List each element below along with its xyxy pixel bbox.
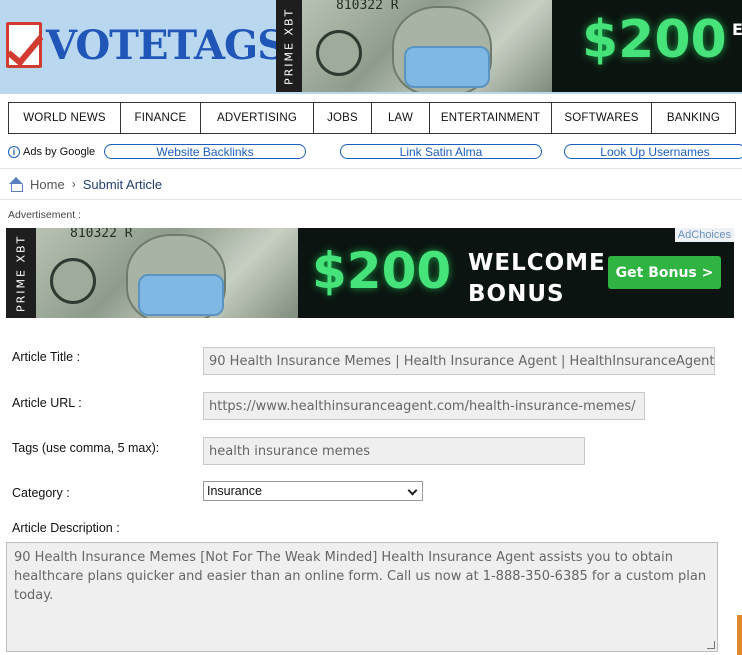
home-icon[interactable] xyxy=(8,177,24,192)
nav-item-advertising[interactable]: ADVERTISING xyxy=(201,103,314,133)
article-url-input[interactable]: https://www.healthinsuranceagent.com/hea… xyxy=(203,392,645,420)
ad-link-satin-alma[interactable]: Link Satin Alma xyxy=(340,144,542,159)
category-selected-value: Insurance xyxy=(207,484,262,498)
nav-item-law[interactable]: LAW xyxy=(372,103,430,133)
face-mask-image xyxy=(138,274,224,316)
chevron-down-icon xyxy=(407,485,418,496)
info-icon[interactable]: i xyxy=(8,146,20,158)
nav-item-softwares[interactable]: SOFTWARES xyxy=(552,103,652,133)
nav-item-finance[interactable]: FINANCE xyxy=(121,103,201,133)
ad-edge-text: E xyxy=(732,20,742,39)
dollar-bill-image: 810322 R xyxy=(302,0,552,92)
face-mask-image xyxy=(404,46,490,88)
ad-link-look-up-usernames[interactable]: Look Up Usernames xyxy=(564,144,742,159)
article-title-input[interactable]: 90 Health Insurance Memes | Health Insur… xyxy=(203,347,715,375)
breadcrumb-current: Submit Article xyxy=(82,176,163,192)
breadcrumb-separator: › xyxy=(71,177,76,191)
get-bonus-button[interactable]: Get Bonus > xyxy=(608,256,721,289)
treasury-seal-icon xyxy=(316,30,362,76)
ad-amount: $200 xyxy=(312,242,452,300)
dollar-bill-image: 810322 R xyxy=(36,228,298,318)
resize-handle-icon[interactable] xyxy=(707,641,715,649)
page-scrollbar[interactable] xyxy=(737,615,742,655)
article-url-label: Article URL : xyxy=(12,396,82,410)
banner-ad[interactable]: PRIME XBT 810322 R $200 WELCOME BONUS Ge… xyxy=(6,228,734,318)
site-header: VOTETAGS PRIME XBT 810322 R $200 E xyxy=(0,0,742,94)
ad-brand-label: PRIME XBT xyxy=(276,0,302,92)
adchoices-link[interactable]: AdChoices xyxy=(674,228,734,242)
category-label: Category : xyxy=(12,486,70,500)
nav-item-jobs[interactable]: JOBS xyxy=(314,103,372,133)
top-banner-ad[interactable]: PRIME XBT 810322 R $200 E xyxy=(276,0,742,92)
nav-item-entertainment[interactable]: ENTERTAINMENT xyxy=(430,103,552,133)
tags-label: Tags (use comma, 5 max): xyxy=(12,441,160,455)
nav-item-banking[interactable]: BANKING xyxy=(652,103,736,133)
site-logo[interactable]: VOTETAGS xyxy=(6,18,286,72)
logo-text: VOTETAGS xyxy=(46,21,286,69)
checkmark-icon xyxy=(6,22,42,68)
ad-link-website-backlinks[interactable]: Website Backlinks xyxy=(104,144,306,159)
ad-brand-label: PRIME XBT xyxy=(6,228,36,318)
nav-item-world-news[interactable]: WORLD NEWS xyxy=(9,103,121,133)
tags-input[interactable]: health insurance memes xyxy=(203,437,585,465)
ads-by-google-label: Ads by Google xyxy=(23,146,96,158)
bill-serial: 810322 R xyxy=(336,0,399,13)
article-title-label: Article Title : xyxy=(12,350,81,364)
breadcrumb-home[interactable]: Home xyxy=(30,177,65,192)
ad-headline-line2: BONUS xyxy=(468,281,565,307)
article-description-text: 90 Health Insurance Memes [Not For The W… xyxy=(14,550,707,603)
ad-headline: WELCOME BONUS xyxy=(468,248,606,310)
breadcrumb: Home › Submit Article xyxy=(0,168,742,200)
article-description-label: Article Description : xyxy=(12,521,120,535)
advertisement-label: Advertisement : xyxy=(8,209,81,221)
main-nav: WORLD NEWS FINANCE ADVERTISING JOBS LAW … xyxy=(8,102,736,134)
bill-serial: 810322 R xyxy=(70,228,133,241)
treasury-seal-icon xyxy=(50,258,96,304)
ad-headline-line1: WELCOME xyxy=(468,250,606,276)
category-select[interactable]: Insurance xyxy=(203,481,423,501)
ad-amount: $200 xyxy=(582,10,727,70)
ads-by-google: i Ads by Google xyxy=(8,144,95,160)
article-description-textarea[interactable]: 90 Health Insurance Memes [Not For The W… xyxy=(6,542,718,652)
